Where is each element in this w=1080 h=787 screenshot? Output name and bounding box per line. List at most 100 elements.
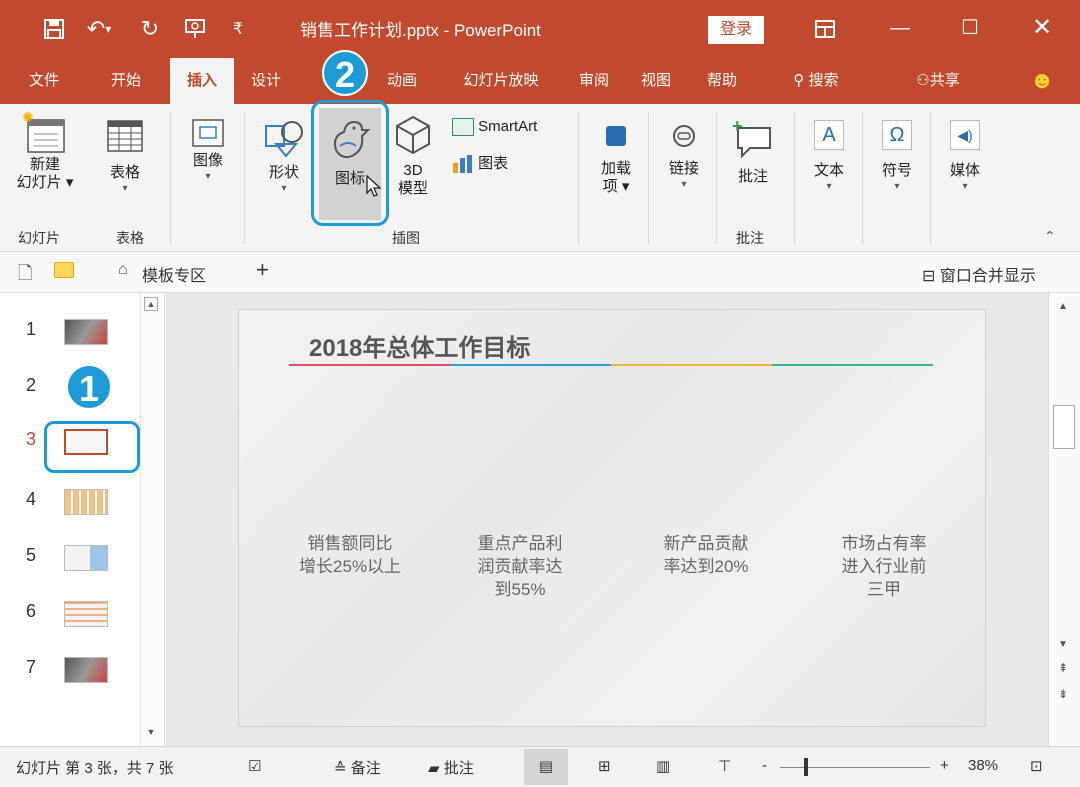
merge-windows-button[interactable]: ⊟ 窗口合并显示: [922, 262, 1036, 286]
new-slide-button[interactable]: ✺ 新建 幻灯片 ▾: [8, 110, 82, 192]
svg-text:✺: ✺: [22, 110, 34, 125]
minimize-icon[interactable]: —: [878, 10, 922, 46]
document-title: 销售工作计划.pptx - PowerPoint: [300, 21, 541, 40]
smartart-button[interactable]: SmartArt: [452, 118, 537, 137]
text-icon: A: [814, 120, 844, 150]
search-tab[interactable]: ⚲ 搜索: [776, 58, 856, 104]
addins-button[interactable]: 加载 项 ▾: [590, 122, 642, 196]
text-button[interactable]: A 文本 ▾: [804, 120, 854, 194]
comment-button[interactable]: + 批注: [724, 118, 782, 186]
collapse-ribbon-icon[interactable]: ⌃: [1044, 228, 1056, 245]
speaker-icon: ◀): [950, 120, 980, 150]
scroll-down-icon[interactable]: ▼: [1058, 639, 1068, 650]
slideshow-view-icon[interactable]: ⊤: [718, 757, 731, 775]
status-bar: 幻灯片 第 3 张，共 7 张 ☑ ≙ 备注 ▰ 批注 ▤ ⊞ ▥ ⊤ - + …: [0, 746, 1080, 787]
ribbon-display-icon[interactable]: [803, 10, 847, 46]
thumbnail-item[interactable]: 5: [0, 535, 140, 581]
tab-help[interactable]: 帮助: [700, 58, 744, 104]
goal-text-1[interactable]: 销售额同比 增长25%以上: [275, 532, 425, 578]
slide-thumbnail: [64, 489, 108, 515]
scroll-thumb[interactable]: [1053, 405, 1075, 449]
thumbnail-highlight-ring: [44, 421, 140, 473]
tab-home[interactable]: 开始: [104, 58, 148, 104]
zoom-slider-thumb[interactable]: [804, 758, 808, 776]
template-zone-tab[interactable]: 模板专区: [142, 262, 206, 286]
group-label-comments: 批注: [736, 230, 764, 246]
ribbon: ✺ 新建 幻灯片 ▾ 表格 ▾ 图像 ▾ 形状 ▾ 图标 3D 模型 Smart…: [0, 104, 1080, 252]
thumbnail-item[interactable]: 4: [0, 479, 140, 525]
reading-view-icon[interactable]: ▥: [656, 757, 670, 775]
save-icon[interactable]: [40, 12, 68, 46]
shapes-button[interactable]: 形状 ▾: [256, 118, 312, 196]
customize-icon[interactable]: ₹: [228, 12, 248, 46]
scroll-up-icon[interactable]: ▲: [1058, 301, 1068, 312]
thumbnail-scrollbar[interactable]: ▲ ▼: [140, 293, 160, 746]
media-button[interactable]: ◀) 媒体 ▾: [940, 120, 990, 194]
undo-icon[interactable]: ↶ ▾: [82, 12, 116, 46]
goal-text-4[interactable]: 市场占有率 进入行业前 三甲: [809, 532, 959, 601]
zoom-level[interactable]: 38%: [968, 757, 998, 774]
svg-text:+: +: [732, 118, 743, 136]
chart-button[interactable]: 图表: [452, 152, 508, 174]
main-scrollbar[interactable]: ▲ ▼ ⇞ ⇟: [1048, 293, 1080, 746]
slide-sorter-icon[interactable]: ⊞: [598, 757, 611, 775]
image-icon: [192, 119, 224, 147]
search-icon: ⚲: [793, 72, 805, 89]
tab-insert[interactable]: 插入: [170, 58, 234, 104]
notes-icon: ≙: [334, 760, 347, 777]
tab-view[interactable]: 视图: [634, 58, 678, 104]
thumbnail-item[interactable]: 1: [0, 309, 140, 355]
title-bar: ↶ ▾ ↻ ₹ 销售工作计划.pptx - PowerPoint 登录 — ☐ ✕: [0, 0, 1080, 58]
tab-design[interactable]: 设计: [244, 58, 288, 104]
close-icon[interactable]: ✕: [1020, 10, 1064, 46]
image-button[interactable]: 图像 ▾: [182, 118, 234, 184]
slide-thumbnail: [64, 545, 108, 571]
home-icon: ⌂: [118, 261, 128, 278]
maximize-icon[interactable]: ☐: [948, 10, 992, 46]
folder-icon[interactable]: [54, 262, 74, 278]
goal-text-2[interactable]: 重点产品利 润贡献率达 到55%: [445, 532, 595, 601]
new-file-icon[interactable]: 🗋: [18, 261, 32, 291]
current-slide[interactable]: 2018年总体工作目标 销售额同比 增长25%以上 重点产品利 润贡献率达 到5…: [238, 309, 986, 727]
tab-slideshow[interactable]: 幻灯片放映: [446, 58, 556, 104]
redo-icon[interactable]: ↻: [136, 12, 164, 46]
zoom-out-icon[interactable]: -: [762, 757, 767, 774]
slideshow-icon[interactable]: [180, 12, 210, 46]
table-button[interactable]: 表格 ▾: [100, 118, 150, 196]
slide-counter: 幻灯片 第 3 张，共 7 张: [16, 760, 174, 777]
smartart-icon: [452, 118, 474, 137]
scroll-up-icon[interactable]: ▲: [144, 297, 158, 311]
tab-file[interactable]: 文件: [22, 58, 66, 104]
login-button[interactable]: 登录: [708, 16, 764, 44]
next-slide-icon[interactable]: ⇟: [1058, 687, 1068, 701]
3d-model-button[interactable]: 3D 模型: [388, 114, 438, 198]
slide-editing-canvas[interactable]: 2018年总体工作目标 销售额同比 增长25%以上 重点产品利 润贡献率达 到5…: [166, 293, 1048, 746]
normal-view-icon[interactable]: ▤: [524, 749, 568, 785]
quick-bar: 🗋 ⌂ 模板专区 + ⊟ 窗口合并显示: [0, 253, 1080, 293]
thumbnail-item[interactable]: 6: [0, 591, 140, 637]
notes-button[interactable]: ≙ 备注: [334, 757, 381, 778]
zoom-slider[interactable]: [780, 758, 930, 776]
symbols-button[interactable]: Ω 符号 ▾: [872, 120, 922, 194]
icons-highlight-ring: [311, 100, 389, 226]
tab-animations[interactable]: 动画: [380, 58, 424, 104]
new-slide-icon: ✺: [22, 110, 65, 153]
thumbnail-item[interactable]: 7: [0, 647, 140, 693]
goal-text-3[interactable]: 新产品贡献 率达到20%: [631, 532, 781, 578]
comments-button[interactable]: ▰ 批注: [428, 757, 474, 778]
spellcheck-icon[interactable]: ☑: [248, 757, 261, 775]
previous-slide-icon[interactable]: ⇞: [1058, 661, 1068, 675]
cube-icon: [396, 115, 430, 155]
fit-to-window-icon[interactable]: ⊡: [1030, 757, 1043, 775]
scroll-down-icon[interactable]: ▼: [144, 727, 158, 741]
share-button[interactable]: ⚇共享: [898, 58, 978, 104]
slide-title[interactable]: 2018年总体工作目标: [309, 328, 530, 363]
slide-thumbnail: [64, 601, 108, 627]
slide-thumbnail: [64, 657, 108, 683]
add-tab-icon[interactable]: +: [256, 257, 269, 283]
links-button[interactable]: 链接 ▾: [658, 122, 710, 192]
smiley-icon[interactable]: ☻: [1024, 58, 1060, 104]
tab-review[interactable]: 审阅: [572, 58, 616, 104]
table-icon: [107, 120, 143, 152]
zoom-in-icon[interactable]: +: [940, 757, 949, 774]
